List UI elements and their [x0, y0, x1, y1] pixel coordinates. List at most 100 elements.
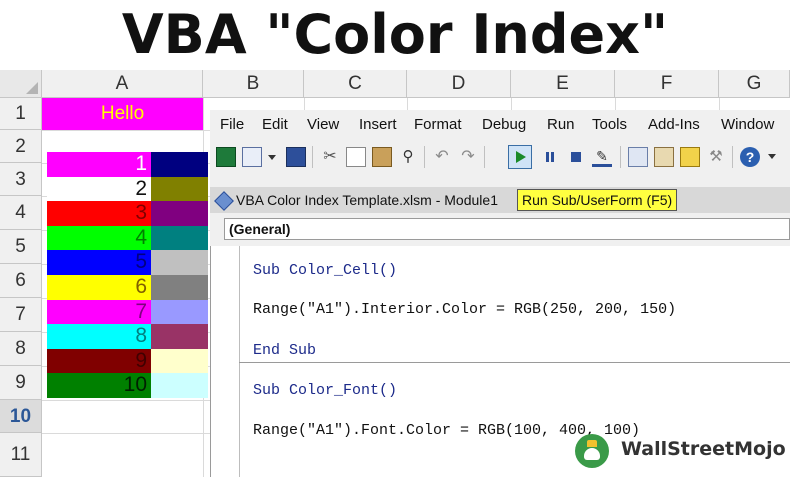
row-header-8[interactable]: 8 — [0, 332, 42, 366]
gridline — [511, 98, 512, 110]
vbe-menubar: File Edit View Insert Format Debug Run T… — [210, 110, 790, 140]
menu-format[interactable]: Format — [414, 116, 462, 133]
color-index-cell-7[interactable]: 7 — [47, 299, 151, 325]
menu-edit[interactable]: Edit — [262, 116, 288, 133]
module-icon — [214, 191, 234, 211]
undo-icon[interactable]: ↶ — [432, 147, 452, 167]
properties-window-icon[interactable] — [654, 147, 674, 167]
vba-editor-window: File Edit View Insert Format Debug Run T… — [210, 110, 790, 477]
code-line-3-text: End Sub — [253, 342, 317, 359]
row-header-9[interactable]: 9 — [0, 366, 42, 400]
color-swatch-5 — [151, 250, 208, 275]
cell-a1-hello[interactable]: Hello — [42, 98, 203, 130]
row-header-10[interactable]: 10 — [0, 400, 42, 433]
color-swatch-7 — [151, 299, 208, 325]
code-margin[interactable] — [211, 246, 240, 477]
color-swatch-3 — [151, 201, 208, 226]
vbe-toolbar: ✂ ⚲ ↶ ↷ ✎ ⚒ ? — [210, 142, 790, 172]
menu-add-ins[interactable]: Add-Ins — [648, 116, 700, 133]
row-header-7[interactable]: 7 — [0, 298, 42, 332]
color-index-cell-2[interactable]: 2 — [47, 176, 151, 202]
column-header-d[interactable]: D — [407, 70, 511, 98]
module-titlebar: VBA Color Index Template.xlsm - Module1 … — [210, 187, 790, 213]
column-header-f[interactable]: F — [615, 70, 719, 98]
color-swatch-10 — [151, 373, 208, 398]
module-title: VBA Color Index Template.xlsm - Module1 — [236, 192, 498, 208]
code-line-4[interactable]: Sub Color_Font() — [253, 382, 397, 399]
color-index-cell-4[interactable]: 4 — [47, 225, 151, 251]
row-header-11[interactable]: 11 — [0, 433, 42, 477]
gridline — [42, 400, 210, 401]
gridline — [719, 98, 720, 110]
color-swatch-1 — [151, 152, 208, 177]
column-header-a[interactable]: A — [42, 70, 203, 98]
redo-icon[interactable]: ↷ — [458, 147, 478, 167]
break-button[interactable] — [540, 147, 560, 167]
project-explorer-icon[interactable] — [628, 147, 648, 167]
logo-text: WallStreetMojo — [621, 438, 786, 460]
code-line-1-text: Sub Color_Cell() — [253, 262, 398, 279]
save-icon[interactable] — [286, 147, 306, 167]
menu-window[interactable]: Window — [721, 116, 774, 133]
column-header-g[interactable]: G — [719, 70, 790, 98]
row-header-3[interactable]: 3 — [0, 163, 42, 196]
find-icon[interactable]: ⚲ — [398, 147, 418, 167]
help-icon[interactable]: ? — [740, 147, 760, 167]
procedure-combo[interactable]: (General) — [224, 218, 790, 240]
gridline — [42, 130, 210, 131]
color-index-cell-3[interactable]: 3 — [47, 201, 151, 226]
row-header-5[interactable]: 5 — [0, 230, 42, 264]
menu-run[interactable]: Run — [547, 116, 575, 133]
row-header-6[interactable]: 6 — [0, 264, 42, 298]
gridline — [304, 98, 305, 110]
copy-icon[interactable] — [346, 147, 366, 167]
run-tooltip: Run Sub/UserForm (F5) — [517, 189, 678, 211]
color-swatch-4 — [151, 225, 208, 251]
color-swatch-9 — [151, 348, 208, 374]
object-browser-icon[interactable] — [680, 147, 700, 167]
insert-userform-icon[interactable] — [242, 147, 262, 167]
gridline — [42, 433, 210, 434]
code-line-3[interactable]: End Sub — [253, 342, 316, 359]
column-header-c[interactable]: C — [304, 70, 407, 98]
code-line-1[interactable]: Sub Color_Cell() — [253, 262, 397, 279]
row-header-4[interactable]: 4 — [0, 196, 42, 230]
dropdown-arrow-icon[interactable] — [268, 155, 276, 161]
color-index-cell-9[interactable]: 9 — [47, 348, 151, 374]
color-swatch-2 — [151, 176, 208, 202]
code-line-4-text: Sub Color_Font() — [253, 382, 398, 399]
color-index-cell-5[interactable]: 5 — [47, 250, 151, 275]
run-button[interactable] — [508, 145, 532, 169]
color-index-cell-1[interactable]: 1 — [47, 152, 151, 177]
color-index-cell-8[interactable]: 8 — [47, 324, 151, 349]
menu-tools[interactable]: Tools — [592, 116, 627, 133]
play-icon — [516, 151, 526, 163]
toolbox-icon[interactable]: ⚒ — [706, 147, 726, 167]
page-title: VBA "Color Index" — [121, 3, 669, 66]
row-header-1[interactable]: 1 — [0, 98, 42, 130]
wallstreetmojo-logo: WallStreetMojo — [575, 432, 790, 472]
column-header-e[interactable]: E — [511, 70, 615, 98]
color-index-cell-6[interactable]: 6 — [47, 275, 151, 300]
color-swatch-6 — [151, 275, 208, 300]
cut-icon[interactable]: ✂ — [320, 147, 340, 167]
design-mode-icon[interactable]: ✎ — [592, 147, 612, 167]
paste-icon[interactable] — [372, 147, 392, 167]
menu-file[interactable]: File — [220, 116, 244, 133]
menu-insert[interactable]: Insert — [359, 116, 397, 133]
gridline — [407, 98, 408, 110]
reset-button[interactable] — [566, 147, 586, 167]
column-header-b[interactable]: B — [203, 70, 304, 98]
procedure-separator — [239, 362, 790, 363]
select-all-corner[interactable] — [0, 70, 42, 98]
menu-view[interactable]: View — [307, 116, 339, 133]
gridline — [615, 98, 616, 110]
toolbar-options-icon[interactable] — [768, 154, 776, 160]
menu-debug[interactable]: Debug — [482, 116, 526, 133]
code-line-2[interactable]: Range("A1").Interior.Color = RGB(250, 20… — [253, 301, 676, 318]
mojo-logo-icon — [575, 434, 609, 468]
color-index-cell-10[interactable]: 10 — [47, 373, 151, 398]
color-swatch-8 — [151, 324, 208, 349]
excel-view-icon[interactable] — [216, 147, 236, 167]
row-header-2[interactable]: 2 — [0, 130, 42, 163]
